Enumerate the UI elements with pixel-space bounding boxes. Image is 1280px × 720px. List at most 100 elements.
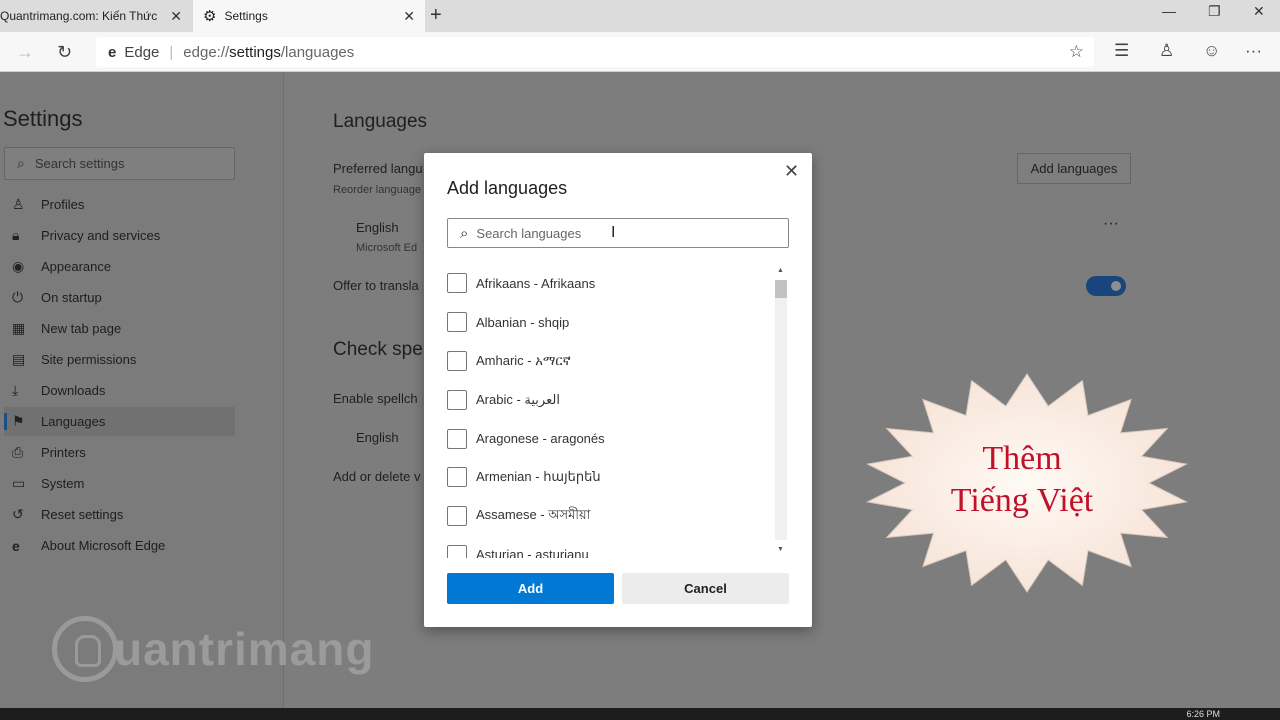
list-item[interactable]: Amharic - አማርኛ: [447, 342, 767, 381]
list-item[interactable]: Arabic - العربية: [447, 380, 767, 419]
restore-button[interactable]: ❐: [1208, 3, 1221, 20]
lightbulb-logo-icon: [52, 616, 118, 682]
sidebar-item-label: Appearance: [41, 259, 112, 274]
more-menu-icon[interactable]: ···: [1245, 41, 1262, 61]
tab-settings[interactable]: ⚙ Settings ✕: [193, 0, 425, 32]
sidebar-item-label: Privacy and services: [41, 228, 161, 243]
checkbox[interactable]: [447, 467, 467, 488]
text-cursor-icon: I: [611, 224, 616, 241]
scrollbar-track[interactable]: [775, 280, 787, 540]
new-tab-button[interactable]: +: [430, 5, 442, 25]
sidebar-item-system[interactable]: ▭ System: [4, 469, 235, 498]
laptop-icon: ▭: [12, 475, 26, 491]
checkbox[interactable]: [447, 506, 467, 527]
sidebar-item-languages[interactable]: ⚑ Languages: [4, 407, 235, 436]
taskbar: 6:26 PM: [0, 708, 1280, 720]
language-label: Armenian - հայերեն: [476, 469, 601, 485]
sidebar-item-new-tab[interactable]: ▦ New tab page: [4, 314, 235, 343]
sidebar-item-printers[interactable]: ⎙ Printers: [4, 438, 235, 467]
toolbar: → ↻ e Edge | edge://settings/languages ☆…: [0, 32, 1280, 72]
close-icon[interactable]: ✕: [170, 8, 182, 24]
dialog-title: Add languages: [447, 178, 568, 198]
add-languages-dialog: Add languages ✕ ⌕ I Afrikaans - Afrikaan…: [424, 153, 812, 627]
settings-sidebar: Settings ⌕ Search settings ♙ Profiles 🔒︎ P…: [0, 73, 284, 708]
tab-title: Settings: [224, 9, 268, 23]
sidebar-item-label: Downloads: [41, 383, 106, 398]
list-item[interactable]: Armenian - հայերեն: [447, 458, 767, 497]
search-icon: ⌕: [17, 155, 25, 171]
list-item[interactable]: Albanian - shqip: [447, 303, 767, 342]
sidebar-item-label: Printers: [41, 445, 86, 460]
scroll-up-icon[interactable]: ▲: [777, 267, 784, 274]
list-scrollbar[interactable]: ▲ ▼: [774, 267, 788, 553]
list-item[interactable]: Aragonese - aragonés: [447, 419, 767, 458]
sidebar-item-reset[interactable]: ↺ Reset settings: [4, 500, 235, 529]
address-bar[interactable]: e Edge | edge://settings/languages ☆: [96, 37, 1094, 67]
checkbox[interactable]: [447, 428, 467, 449]
favorites-icon[interactable]: ☰: [1114, 41, 1129, 61]
lock-icon: 🔒︎: [12, 227, 20, 243]
close-icon[interactable]: ✕: [403, 8, 415, 24]
checkbox[interactable]: [447, 544, 467, 558]
checkbox[interactable]: [447, 312, 467, 333]
sidebar-item-startup[interactable]: ⏻ On startup: [4, 283, 235, 312]
favorite-star-icon[interactable]: ☆: [1069, 42, 1084, 62]
search-languages-input[interactable]: [476, 225, 757, 241]
watermark-text: uantrimang: [114, 623, 375, 675]
sidebar-item-label: System: [41, 476, 85, 491]
power-icon: ⏻: [12, 289, 24, 305]
url-scheme: edge://: [183, 43, 230, 61]
list-item[interactable]: Afrikaans - Afrikaans: [447, 264, 767, 303]
tab-strip: Quantrimang.com: Kiến Thức Cô ✕ ⚙ Settin…: [0, 0, 1280, 32]
search-languages-field[interactable]: ⌕: [447, 218, 789, 248]
spellcheck-english: English: [356, 430, 399, 445]
add-button[interactable]: Add: [447, 573, 614, 604]
reorder-hint: Reorder language: [333, 184, 422, 196]
grid-icon: ▦: [12, 320, 26, 336]
profile-icon[interactable]: ♙: [1159, 41, 1174, 61]
forward-arrow-icon[interactable]: →: [16, 42, 34, 62]
checkbox[interactable]: [447, 350, 467, 371]
sidebar-item-profiles[interactable]: ♙ Profiles: [4, 190, 235, 219]
sidebar-item-about[interactable]: e About Microsoft Edge: [4, 531, 235, 560]
checkbox[interactable]: [447, 389, 467, 410]
sidebar-item-label: Languages: [41, 414, 106, 429]
sidebar-item-label: Reset settings: [41, 507, 124, 522]
quantrimang-watermark: uantrimang: [52, 616, 374, 682]
sidebar-item-site-permissions[interactable]: ▤ Site permissions: [4, 345, 235, 374]
language-label: Amharic - አማርኛ: [476, 352, 571, 368]
translate-toggle[interactable]: [1086, 276, 1126, 296]
refresh-icon[interactable]: ↻: [57, 42, 72, 62]
sidebar-item-label: Profiles: [41, 197, 85, 212]
scrollbar-thumb[interactable]: [775, 280, 787, 298]
cancel-button[interactable]: Cancel: [622, 573, 789, 604]
search-placeholder: Search settings: [34, 156, 125, 171]
page-title: Settings: [3, 106, 83, 131]
feedback-icon[interactable]: ☺: [1203, 41, 1220, 61]
sidebar-item-downloads[interactable]: ⤓ Downloads: [4, 376, 235, 405]
gear-icon: ⚙: [203, 8, 217, 25]
sidebar-item-privacy[interactable]: 🔒︎ Privacy and services: [4, 221, 235, 250]
language-label: Afrikaans - Afrikaans: [476, 275, 596, 291]
edge-icon: e: [108, 43, 117, 61]
search-settings-input[interactable]: ⌕ Search settings: [4, 147, 235, 180]
palette-icon: ◉: [12, 258, 25, 274]
language-label: Assamese - অসমীয়া: [476, 506, 591, 522]
close-icon[interactable]: ✕: [784, 161, 799, 181]
close-window-button[interactable]: ✕: [1253, 3, 1265, 20]
url-host: settings: [229, 43, 281, 61]
more-options-icon[interactable]: ···: [1103, 215, 1119, 233]
tab-quantrimang[interactable]: Quantrimang.com: Kiến Thức Cô ✕: [0, 0, 192, 32]
add-languages-button[interactable]: Add languages: [1017, 153, 1131, 184]
sidebar-item-appearance[interactable]: ◉ Appearance: [4, 252, 235, 281]
checkbox[interactable]: [447, 273, 467, 294]
scroll-down-icon[interactable]: ▼: [777, 546, 784, 553]
person-icon: ♙: [12, 196, 25, 212]
language-label: Albanian - shqip: [476, 314, 570, 330]
list-item[interactable]: Asturian - asturianu: [447, 536, 767, 558]
minimize-button[interactable]: —: [1162, 3, 1176, 19]
clock: 6:26 PM: [1186, 709, 1220, 719]
list-item[interactable]: Assamese - অসমীয়া: [447, 497, 767, 536]
languages-icon: ⚑: [12, 413, 25, 429]
callout-line-2: Tiếng Việt: [950, 482, 1094, 519]
